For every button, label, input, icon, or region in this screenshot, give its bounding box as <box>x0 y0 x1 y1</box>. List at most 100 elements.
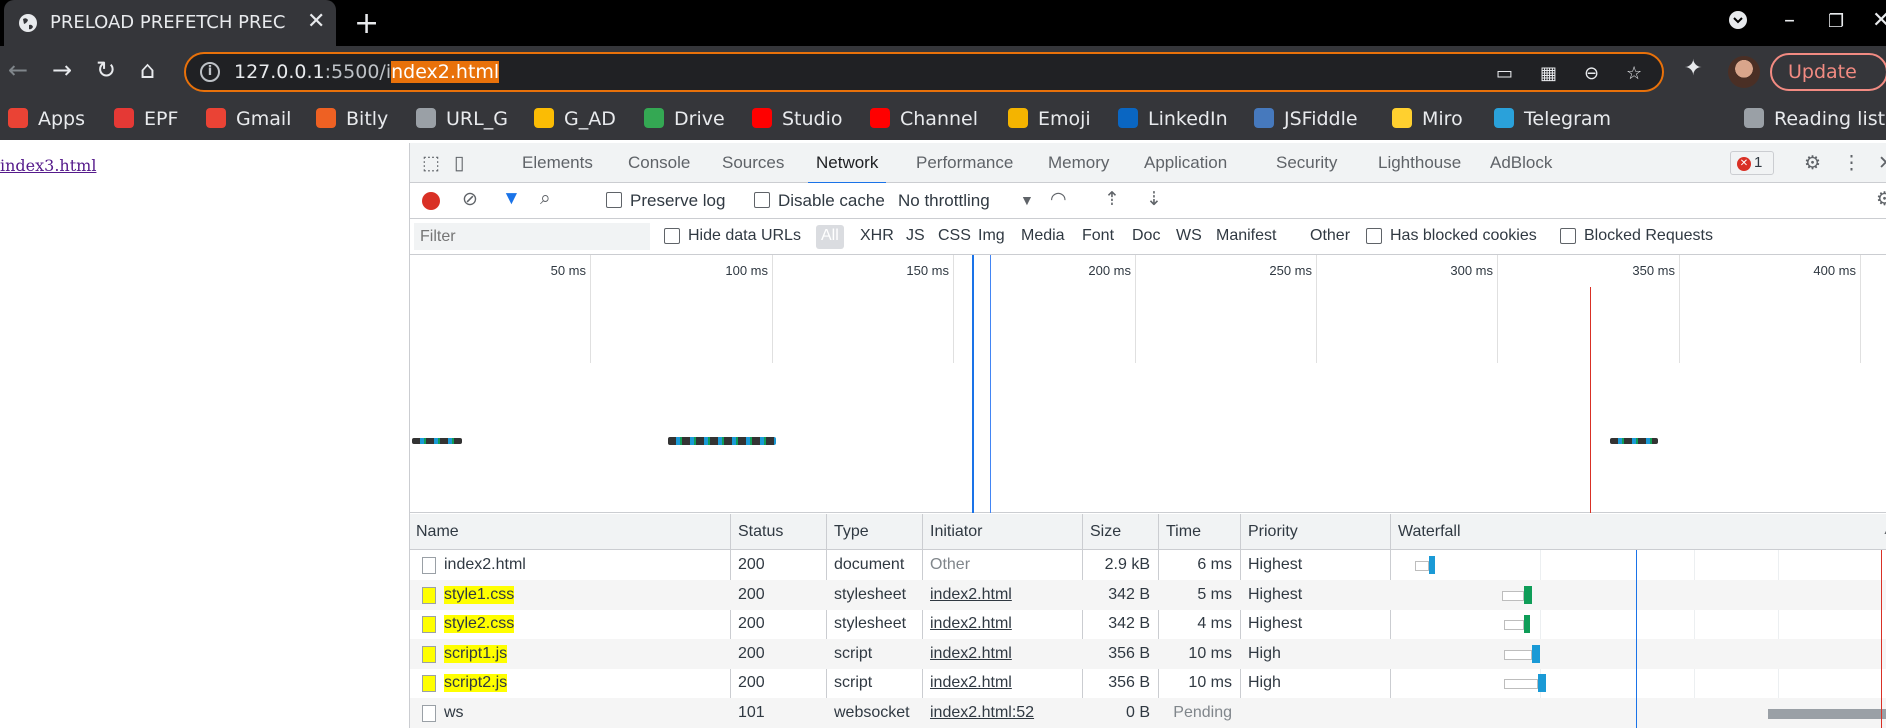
network-conditions-wifi-icon[interactable]: ◠ <box>1050 188 1067 211</box>
filter-type-img[interactable]: Img <box>978 227 1005 245</box>
tab-network[interactable]: Network <box>807 153 887 184</box>
column-header-size[interactable]: Size <box>1090 523 1121 541</box>
bookmark-apps[interactable]: Apps <box>8 108 85 130</box>
network-overview-timeline[interactable]: 50 ms 100 ms 150 ms 200 ms 250 ms 300 ms 350 m… <box>410 255 1886 513</box>
settings-gear-icon[interactable]: ⚙ <box>1804 152 1821 175</box>
filter-type-css[interactable]: CSS <box>938 227 971 245</box>
bookmark-channel[interactable]: Channel <box>870 108 978 130</box>
export-har-icon[interactable]: ⇣ <box>1146 188 1162 211</box>
clear-icon[interactable]: ⊘ <box>462 188 478 211</box>
dropdown-arrow-icon[interactable]: ▼ <box>1020 192 1034 208</box>
bookmark-telegram[interactable]: Telegram <box>1494 108 1611 130</box>
close-devtools-icon[interactable]: ✕ <box>1878 152 1886 175</box>
request-initiator[interactable]: index2.html <box>930 645 1012 663</box>
disable-cache-checkbox[interactable] <box>754 192 770 208</box>
forward-arrow-icon[interactable]: → <box>52 56 72 84</box>
filter-type-font[interactable]: Font <box>1082 227 1114 245</box>
close-tab-icon[interactable]: ✕ <box>307 9 325 34</box>
inspect-element-icon[interactable]: ⬚ <box>422 152 440 175</box>
request-initiator[interactable]: index2.html <box>930 674 1012 692</box>
throttling-select[interactable]: No throttling <box>898 191 990 211</box>
tab-adblock[interactable]: AdBlock <box>1490 153 1552 173</box>
address-url[interactable]: 127.0.0.1:5500/index2.html <box>234 61 500 83</box>
tab-performance[interactable]: Performance <box>916 153 1013 173</box>
column-header-waterfall[interactable]: Waterfall <box>1398 523 1461 541</box>
has-blocked-cookies-checkbox[interactable] <box>1366 228 1382 244</box>
filter-type-js[interactable]: JS <box>906 227 925 245</box>
filter-type-xhr[interactable]: XHR <box>860 227 894 245</box>
filter-type-media[interactable]: Media <box>1021 227 1065 245</box>
request-initiator[interactable]: index2.html <box>930 615 1012 633</box>
bookmark-drive[interactable]: Drive <box>644 108 725 130</box>
column-header-type[interactable]: Type <box>834 523 869 541</box>
extensions-puzzle-icon[interactable]: ✦ <box>1684 56 1702 81</box>
tab-sources[interactable]: Sources <box>722 153 784 173</box>
update-button[interactable]: Update <box>1770 53 1886 91</box>
qr-code-icon[interactable]: ▦ <box>1540 63 1557 84</box>
column-header-priority[interactable]: Priority <box>1248 523 1298 541</box>
new-tab-plus-icon[interactable]: + <box>354 6 379 41</box>
request-initiator[interactable]: index2.html <box>930 586 1012 604</box>
address-bar[interactable]: i 127.0.0.1:5500/index2.html ▭ ▦ ⊖ ☆ <box>184 52 1664 92</box>
home-icon[interactable]: ⌂ <box>140 56 155 84</box>
column-header-initiator[interactable]: Initiator <box>930 523 982 541</box>
bookmark-emoji[interactable]: Emoji <box>1008 108 1091 130</box>
cast-icon[interactable]: ▭ <box>1496 63 1513 84</box>
tab-search-chevron-icon[interactable] <box>1728 10 1748 36</box>
tab-console[interactable]: Console <box>628 153 690 173</box>
request-row[interactable]: index2.html 200 document Other 2.9 kB 6 ms Hig… <box>410 550 1886 580</box>
browser-tab-active[interactable]: PRELOAD PREFETCH PREC ✕ <box>4 0 336 46</box>
column-header-name[interactable]: Name <box>416 523 459 541</box>
bookmark-miro[interactable]: Miro <box>1392 108 1463 130</box>
bookmark-g-ad[interactable]: G_AD <box>534 108 616 130</box>
bookmark-epf[interactable]: EPF <box>114 108 178 130</box>
bookmark-reading-list[interactable]: Reading list <box>1744 108 1885 130</box>
column-header-status[interactable]: Status <box>738 523 783 541</box>
minimize-window-icon[interactable]: – <box>1784 8 1795 33</box>
zoom-icon[interactable]: ⊖ <box>1584 63 1599 84</box>
column-header-time[interactable]: Time <box>1166 523 1201 541</box>
preserve-log-checkbox[interactable] <box>606 192 622 208</box>
filter-type-ws[interactable]: WS <box>1176 227 1202 245</box>
hide-data-urls-checkbox[interactable] <box>664 228 680 244</box>
bookmark-star-icon[interactable]: ☆ <box>1626 63 1642 84</box>
filter-input[interactable] <box>414 223 650 250</box>
record-icon[interactable] <box>422 192 440 210</box>
request-row[interactable]: style2.css 200 stylesheet index2.html 342 B 4… <box>410 609 1886 639</box>
bookmark-studio[interactable]: Studio <box>752 108 843 130</box>
filter-type-other[interactable]: Other <box>1310 227 1350 245</box>
network-settings-gear-icon[interactable]: ⚙ <box>1876 188 1886 211</box>
restore-window-icon[interactable]: ❐ <box>1828 11 1844 32</box>
tab-application[interactable]: Application <box>1144 153 1227 173</box>
back-arrow-icon[interactable]: ← <box>8 56 28 84</box>
tab-elements[interactable]: Elements <box>522 153 593 173</box>
search-icon[interactable]: ⌕ <box>540 188 551 210</box>
bookmark-gmail[interactable]: Gmail <box>206 108 291 130</box>
sort-ascending-icon[interactable]: ▲ <box>1882 523 1886 537</box>
filter-type-all[interactable]: All <box>816 225 844 249</box>
bookmark-linkedin[interactable]: LinkedIn <box>1118 108 1228 130</box>
request-initiator[interactable]: index2.html:52 <box>930 704 1034 722</box>
profile-avatar[interactable] <box>1728 56 1760 88</box>
bookmark-jsfiddle[interactable]: JSFiddle <box>1254 108 1358 130</box>
tab-memory[interactable]: Memory <box>1048 153 1109 173</box>
filter-type-doc[interactable]: Doc <box>1132 227 1160 245</box>
request-row[interactable]: ws 101 websocket index2.html:52 0 B Pending <box>410 697 1886 728</box>
import-har-icon[interactable]: ⇡ <box>1104 188 1120 211</box>
request-row[interactable]: script2.js 200 script index2.html 356 B 10 ms… <box>410 668 1886 698</box>
tab-lighthouse[interactable]: Lighthouse <box>1378 153 1461 173</box>
request-row[interactable]: style1.css 200 stylesheet index2.html 342 B 5… <box>410 579 1886 610</box>
reload-icon[interactable]: ↻ <box>96 56 116 84</box>
blocked-requests-checkbox[interactable] <box>1560 228 1576 244</box>
close-window-icon[interactable]: ✕ <box>1872 8 1886 33</box>
site-info-icon[interactable]: i <box>200 62 220 82</box>
request-row[interactable]: script1.js 200 script index2.html 356 B 10 ms… <box>410 638 1886 669</box>
bookmark-url-g[interactable]: URL_G <box>416 108 508 130</box>
more-options-icon[interactable]: ⋮ <box>1842 152 1861 175</box>
error-count-badge[interactable]: ✕ 1 <box>1730 151 1774 175</box>
filter-funnel-icon[interactable]: ▼ <box>502 188 521 210</box>
tab-security[interactable]: Security <box>1276 153 1337 173</box>
filter-type-manifest[interactable]: Manifest <box>1216 227 1276 245</box>
bookmark-bitly[interactable]: Bitly <box>316 108 388 130</box>
index3-link[interactable]: index3.html <box>0 156 96 175</box>
